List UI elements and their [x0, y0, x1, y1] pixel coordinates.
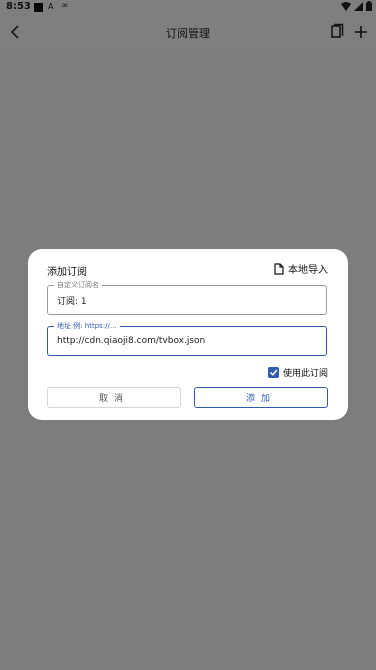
use-subscription-checkbox[interactable]: 使用此订阅	[267, 366, 328, 379]
subscription-name-field: 自定义订阅名	[47, 280, 327, 315]
checkbox-checked-icon[interactable]	[267, 367, 279, 378]
add-subscription-dialog: 添加订阅 本地导入 自定义订阅名 地址 例: https://... 使用此订阅…	[28, 249, 348, 420]
local-import-button[interactable]: 本地导入	[274, 261, 328, 276]
local-import-label: 本地导入	[288, 265, 328, 276]
subscription-name-input[interactable]	[57, 286, 317, 314]
file-icon	[274, 262, 284, 275]
subscription-url-field: 地址 例: https://...	[47, 321, 327, 356]
cancel-button[interactable]: 取消	[47, 387, 181, 408]
add-button[interactable]: 添加	[194, 387, 328, 408]
dialog-title: 添加订阅	[47, 267, 87, 278]
subscription-url-input[interactable]	[57, 327, 317, 355]
use-subscription-label: 使用此订阅	[282, 369, 328, 379]
